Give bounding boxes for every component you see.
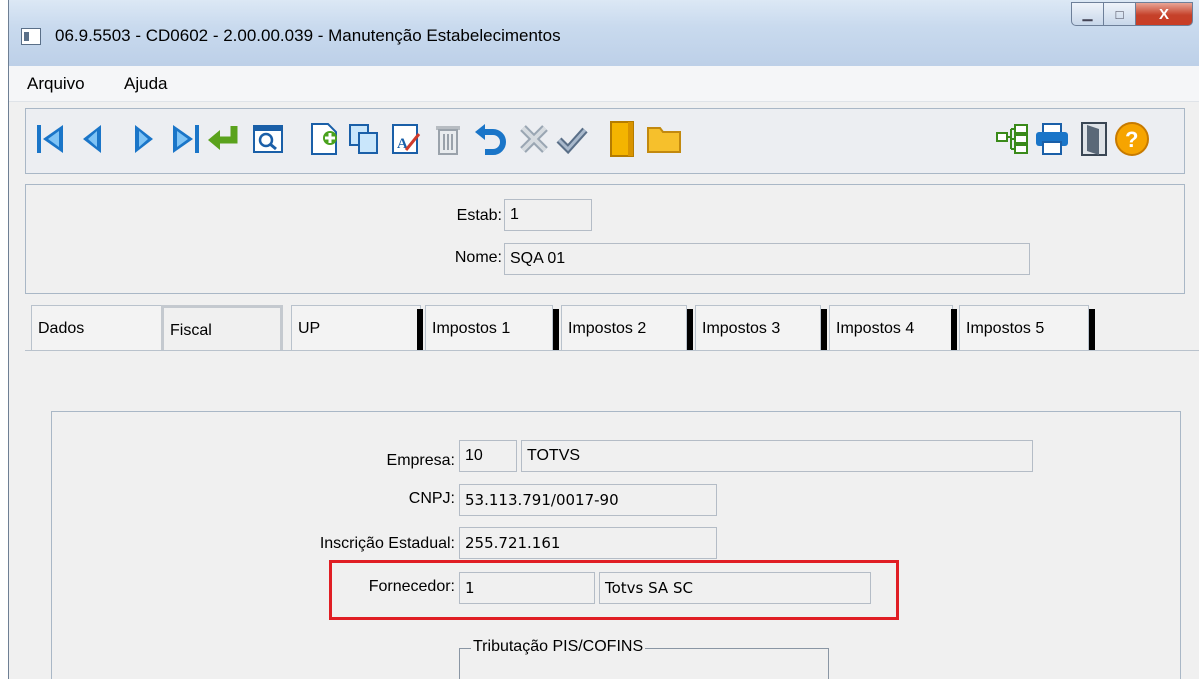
- tab-dados[interactable]: Dados: [31, 305, 163, 351]
- estab-label: Estab:: [456, 207, 502, 224]
- tab-divider: [417, 309, 423, 351]
- book-icon[interactable]: [604, 121, 640, 157]
- print-icon[interactable]: [1034, 121, 1070, 157]
- tab-divider: [821, 309, 827, 351]
- delete-icon[interactable]: [430, 121, 466, 157]
- empresa-label: Empresa:: [386, 452, 455, 469]
- undo-icon[interactable]: [472, 121, 508, 157]
- app-icon: [21, 28, 41, 45]
- tab-impostos-1[interactable]: Impostos 1: [425, 305, 553, 351]
- tree-icon[interactable]: [994, 121, 1030, 157]
- menu-ajuda[interactable]: Ajuda: [124, 74, 167, 94]
- tab-up[interactable]: UP: [291, 305, 421, 351]
- first-icon[interactable]: [32, 121, 68, 157]
- goto-icon[interactable]: [206, 121, 242, 157]
- pis-cofins-group-title: Tributação PIS/COFINS: [471, 638, 646, 656]
- tab-divider: [1089, 309, 1095, 351]
- cancel-icon[interactable]: [516, 121, 552, 157]
- cnpj-field[interactable]: 53.113.791/0017-90: [459, 484, 717, 516]
- new-icon[interactable]: [306, 121, 342, 157]
- title-bar: 06.9.5503 - CD0602 - 2.00.00.039 - Manut…: [9, 0, 1199, 66]
- edit-icon[interactable]: A: [388, 121, 424, 157]
- empresa-name-field[interactable]: TOTVS: [521, 440, 1033, 472]
- window-title: 06.9.5503 - CD0602 - 2.00.00.039 - Manut…: [55, 26, 561, 45]
- inscricao-estadual-label: Inscrição Estadual:: [319, 535, 455, 552]
- estab-field[interactable]: 1: [504, 199, 592, 231]
- folder-icon[interactable]: [646, 121, 682, 157]
- prev-icon[interactable]: [74, 121, 110, 157]
- tab-impostos-4[interactable]: Impostos 4: [829, 305, 953, 351]
- highlight-box: [329, 560, 899, 620]
- tab-divider: [553, 309, 559, 351]
- tab-impostos-5[interactable]: Impostos 5: [959, 305, 1089, 351]
- tab-divider: [687, 309, 693, 351]
- tab-bar: Dados Fiscal UP Impostos 1 Impostos 2 Im…: [25, 305, 1199, 351]
- nome-field[interactable]: SQA 01: [504, 243, 1030, 275]
- svg-text:?: ?: [1125, 127, 1138, 152]
- window-controls: ▁ □ X: [1071, 2, 1193, 26]
- toolbar: A ?: [25, 108, 1185, 174]
- search-icon[interactable]: [250, 121, 286, 157]
- header-panel: Estab: 1 Nome: SQA 01: [25, 184, 1185, 294]
- inscricao-estadual-field[interactable]: 255.721.161: [459, 527, 717, 559]
- tab-impostos-2[interactable]: Impostos 2: [561, 305, 687, 351]
- menu-bar: Arquivo Ajuda: [9, 66, 1199, 102]
- help-icon[interactable]: ?: [1114, 121, 1150, 157]
- copy-icon[interactable]: [346, 121, 382, 157]
- exit-icon[interactable]: [1076, 121, 1112, 157]
- maximize-button[interactable]: □: [1103, 2, 1136, 26]
- app-window: 06.9.5503 - CD0602 - 2.00.00.039 - Manut…: [8, 0, 1199, 679]
- cnpj-label: CNPJ:: [408, 490, 455, 507]
- next-icon[interactable]: [126, 121, 162, 157]
- empresa-code-field[interactable]: 10: [459, 440, 517, 472]
- minimize-button[interactable]: ▁: [1071, 2, 1104, 26]
- tab-fiscal[interactable]: Fiscal: [161, 305, 283, 351]
- tab-impostos-3[interactable]: Impostos 3: [695, 305, 821, 351]
- menu-arquivo[interactable]: Arquivo: [27, 74, 85, 94]
- confirm-icon[interactable]: [554, 121, 590, 157]
- nome-label: Nome:: [454, 249, 502, 266]
- tab-divider: [951, 309, 957, 351]
- last-icon[interactable]: [168, 121, 204, 157]
- close-button[interactable]: X: [1135, 2, 1193, 26]
